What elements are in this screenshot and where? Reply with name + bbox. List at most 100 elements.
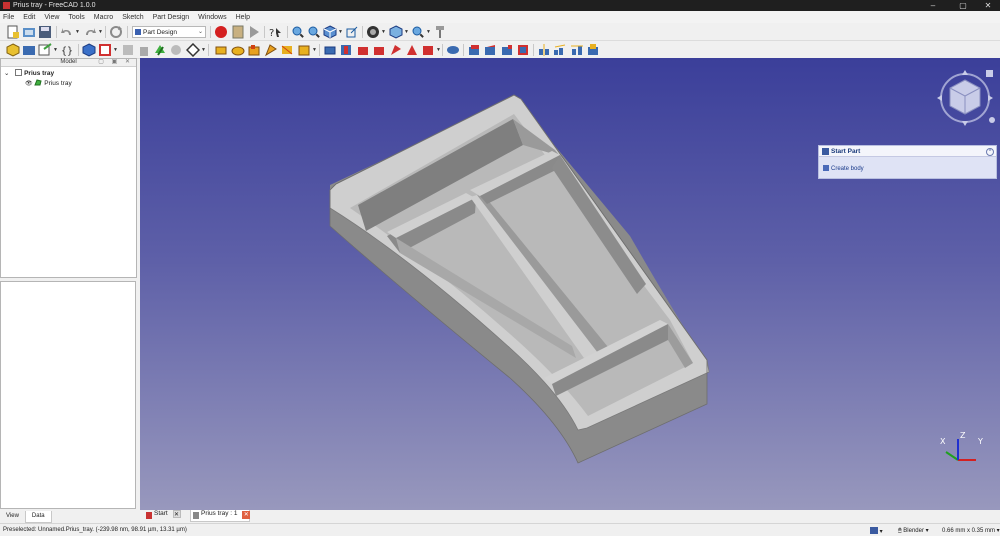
measure-icon[interactable] [411, 25, 425, 39]
record-macro-icon[interactable] [214, 25, 228, 39]
subtractive-loft-icon[interactable] [372, 43, 386, 57]
3d-viewport[interactable]: X Z Y [140, 58, 1000, 510]
fit-selection-icon[interactable] [307, 25, 321, 39]
new-document-icon[interactable] [6, 25, 20, 39]
menu-help[interactable]: Help [236, 14, 250, 21]
mirrored-icon[interactable] [537, 43, 551, 57]
collapse-icon[interactable]: ^ [986, 147, 994, 156]
window-title: Prius tray - FreeCAD 1.0.0 [13, 1, 96, 9]
navigation-cube[interactable] [930, 62, 1000, 134]
document-tabs: Start ✕ Prius tray : 1 ✕ [140, 510, 1000, 523]
polar-pattern-icon[interactable] [570, 43, 584, 57]
menu-macro[interactable]: Macro [94, 14, 113, 21]
tree-item-document[interactable]: ⌄ Prius tray [4, 69, 54, 78]
menu-view[interactable]: View [44, 14, 59, 21]
menu-file[interactable]: File [3, 14, 14, 21]
tab-view[interactable]: View [0, 511, 25, 523]
workbench-label: Part Design [143, 28, 177, 36]
tab-data[interactable]: Data [24, 511, 52, 523]
thickness-icon[interactable] [516, 43, 530, 57]
std-views-icon[interactable] [389, 25, 403, 39]
chevron-down-icon: ⌄ [197, 29, 203, 35]
linear-pattern-icon[interactable] [553, 43, 567, 57]
tools-icon[interactable] [433, 25, 447, 39]
menu-windows[interactable]: Windows [198, 14, 226, 21]
new-sketch-icon[interactable] [98, 43, 112, 57]
visibility-eye-icon[interactable]: 👁 [25, 81, 33, 87]
multi-transform-icon[interactable] [586, 43, 600, 57]
additive-loft-icon[interactable] [247, 43, 261, 57]
prius-tray-model[interactable] [140, 58, 1000, 510]
subtractive-helix-icon[interactable] [405, 43, 419, 57]
draw-style-icon[interactable] [366, 25, 380, 39]
clone-icon[interactable] [153, 43, 167, 57]
additive-primitive-icon[interactable] [297, 43, 311, 57]
shape-binder-icon[interactable] [137, 43, 151, 57]
view-mode-selector[interactable]: ▾ [870, 527, 883, 535]
bounding-box-icon[interactable] [345, 25, 359, 39]
draft-icon[interactable] [500, 43, 514, 57]
main-toolbar: ▼ ▼ Part Design ⌄ ? ▼ ▼ ▼ ▼ [0, 23, 1000, 41]
create-body-icon[interactable] [6, 43, 20, 57]
workbench-selector[interactable]: Part Design ⌄ [132, 26, 206, 38]
validate-sketch-icon[interactable] [121, 43, 135, 57]
redo-icon[interactable] [83, 25, 97, 39]
dimension-selector[interactable]: 0.66 mm x 0.35 mm ▾ [942, 527, 1000, 534]
document-icon [15, 69, 23, 76]
chamfer-icon[interactable] [483, 43, 497, 57]
datum-point-icon[interactable] [169, 43, 183, 57]
save-document-icon[interactable] [38, 25, 52, 39]
tree-part-label: Prius tray [44, 80, 72, 87]
nav-style-selector[interactable]: 🖱 Blender ▾ [898, 527, 929, 535]
groove-icon[interactable] [356, 43, 370, 57]
menu-part-design[interactable]: Part Design [153, 14, 190, 21]
body-icon [823, 165, 829, 171]
subtractive-pipe-icon[interactable] [389, 43, 403, 57]
pocket-icon[interactable] [323, 43, 337, 57]
tab-start-label: Start [154, 510, 168, 517]
variable-set-icon[interactable]: {} [60, 43, 74, 57]
menu-edit[interactable]: Edit [23, 14, 35, 21]
tab-prius-tray[interactable]: Prius tray : 1 ✕ [190, 510, 251, 522]
new-body-icon[interactable] [82, 43, 96, 57]
link-icon[interactable] [38, 43, 52, 57]
title-bar: Prius tray - FreeCAD 1.0.0 – ▢ ✕ [0, 0, 1000, 11]
additive-pipe-icon[interactable] [264, 43, 278, 57]
pad-icon[interactable] [214, 43, 228, 57]
whats-this-icon[interactable]: ? [268, 25, 282, 39]
open-document-icon[interactable] [22, 25, 36, 39]
menu-sketch[interactable]: Sketch [122, 14, 143, 21]
macros-icon[interactable] [231, 25, 245, 39]
close-icon[interactable]: ✕ [242, 511, 251, 519]
nav-style-label: Blender [903, 528, 924, 534]
minimize-button[interactable]: – [920, 0, 946, 11]
fit-all-icon[interactable] [291, 25, 305, 39]
fillet-icon[interactable] [467, 43, 481, 57]
tab-start[interactable]: Start ✕ [144, 510, 182, 522]
close-icon[interactable]: ✕ [172, 510, 181, 518]
undo-icon[interactable] [60, 25, 74, 39]
revolution-icon[interactable] [231, 43, 245, 57]
datum-plane-icon[interactable] [186, 43, 200, 57]
create-body-label: Create body [831, 166, 864, 172]
hole-icon[interactable] [339, 43, 353, 57]
model-panel-header: Model ▢ ▣ ✕ [1, 59, 136, 67]
create-group-icon[interactable] [22, 43, 36, 57]
svg-text:?: ? [269, 28, 274, 39]
panel-float-close-icons[interactable]: ▢ ▣ ✕ [98, 58, 133, 65]
boolean-icon[interactable] [446, 43, 460, 57]
expand-arrow-icon[interactable]: ⌄ [4, 70, 9, 77]
close-button[interactable]: ✕ [975, 0, 1000, 11]
svg-text:{}: {} [61, 46, 73, 57]
subtractive-primitive-icon[interactable] [421, 43, 435, 57]
refresh-icon[interactable] [109, 25, 123, 39]
additive-helix-icon[interactable] [280, 43, 294, 57]
tree-item-part[interactable]: 👁 Prius tray [25, 79, 72, 88]
menu-tools[interactable]: Tools [68, 14, 84, 21]
status-bar: Preselected: Unnamed.Prius_tray. (-239.9… [0, 523, 1000, 536]
create-body-button[interactable]: Create body [823, 165, 864, 172]
freecad-icon [146, 512, 152, 519]
execute-macro-icon[interactable] [247, 25, 261, 39]
maximize-button[interactable]: ▢ [950, 0, 976, 11]
isometric-view-icon[interactable] [323, 25, 337, 39]
